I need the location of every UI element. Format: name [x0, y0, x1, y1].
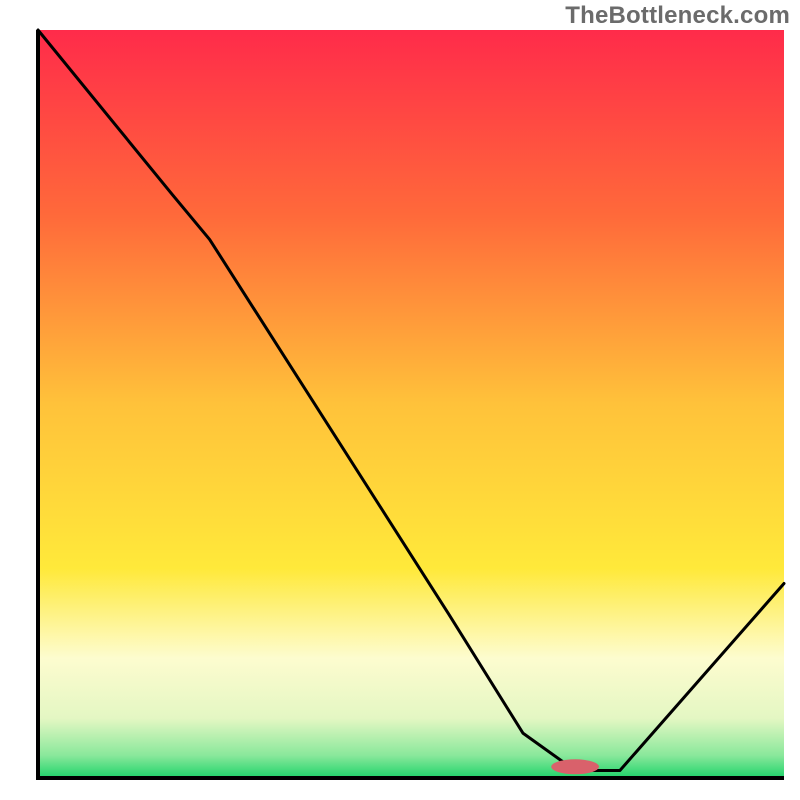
chart-container: TheBottleneck.com [0, 0, 800, 800]
bottleneck-chart [0, 0, 800, 800]
plot-background [38, 30, 784, 778]
watermark-label: TheBottleneck.com [565, 2, 790, 30]
optimal-marker [551, 759, 599, 774]
